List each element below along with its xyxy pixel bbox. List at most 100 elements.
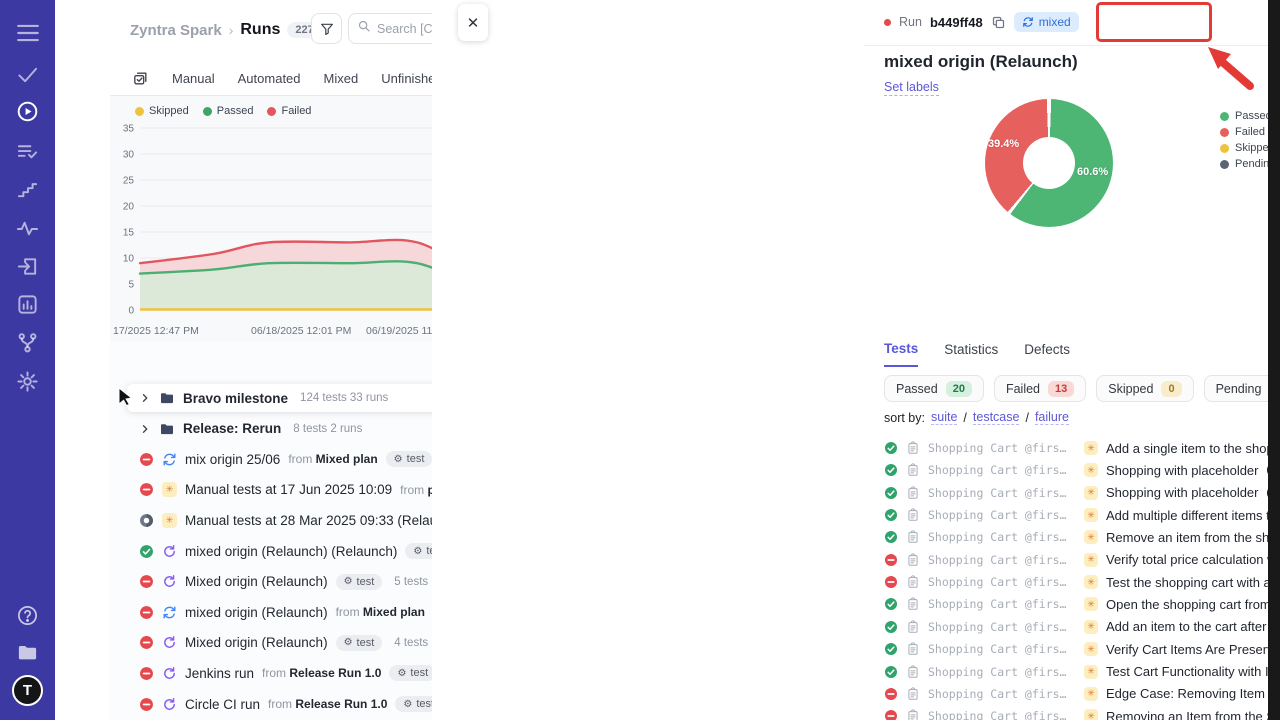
- test-filters: Passed20Failed13Skipped0Pending0ManualAu…: [884, 375, 1280, 402]
- breadcrumb-app[interactable]: Zyntra Spark: [130, 22, 222, 39]
- filter-chip-skipped[interactable]: Skipped0: [1096, 375, 1193, 402]
- tab-statistics[interactable]: Statistics: [944, 342, 998, 366]
- run-name[interactable]: Mixed origin (Relaunch): [185, 574, 328, 589]
- x-tick-label: 17/2025 12:47 PM: [113, 325, 199, 337]
- run-name[interactable]: Manual tests at 17 Jun 2025 10:09: [185, 482, 392, 497]
- sidebar-item-check[interactable]: [0, 63, 55, 86]
- sort-link-suite[interactable]: suite: [931, 410, 957, 425]
- run-row[interactable]: mixed origin (Relaunch) (Relaunch)⚙test: [139, 538, 452, 564]
- sidebar-item-play-circle[interactable]: [0, 100, 55, 123]
- sidebar-item-list-check[interactable]: [0, 140, 55, 163]
- minus-circle-icon: [139, 482, 154, 497]
- test-row[interactable]: Shopping Cart @firs…✳Removing an Item fr…: [884, 705, 1280, 720]
- test-row[interactable]: Shopping Cart @firs…✳Shopping with place…: [884, 459, 1280, 481]
- test-row[interactable]: Shopping Cart @firs…✳Verify total price …: [884, 549, 1280, 571]
- runs-tab-manual[interactable]: Manual: [172, 71, 215, 86]
- test-status-icon: [884, 687, 898, 701]
- run-group-name[interactable]: Bravo milestone: [183, 391, 288, 406]
- sidebar-item-gear[interactable]: [0, 370, 55, 393]
- runs-tab-mixed[interactable]: Mixed: [324, 71, 359, 86]
- clipboard-icon: [906, 486, 920, 500]
- svg-text:30: 30: [123, 150, 135, 161]
- tests-list: Shopping Cart @firs…✳Add a single item t…: [884, 434, 1280, 720]
- chevron-right-icon[interactable]: [139, 423, 151, 435]
- minus-circle-icon: [884, 709, 898, 720]
- test-row[interactable]: Shopping Cart @firs…✳Add an item to the …: [884, 616, 1280, 638]
- test-row[interactable]: Shopping Cart @firs…✳Open the shopping c…: [884, 593, 1280, 615]
- test-title[interactable]: Remove an item from the shopping cart: [1106, 530, 1280, 545]
- test-title[interactable]: Test Cart Functionality with Items Havin…: [1106, 664, 1280, 679]
- refresh-icon: [1022, 16, 1034, 28]
- refresh-icon: [1022, 16, 1034, 28]
- test-row[interactable]: Shopping Cart @firs…✳Add multiple differ…: [884, 504, 1280, 526]
- test-title[interactable]: Edge Case: Removing Item with Same Quant…: [1106, 686, 1280, 701]
- sidebar-item-menu[interactable]: [0, 20, 55, 46]
- funnel-icon: [319, 21, 335, 37]
- test-title[interactable]: Shopping with placeholder: [1106, 463, 1259, 478]
- sidebar-item-pulse[interactable]: [0, 217, 55, 240]
- test-title[interactable]: Shopping with placeholder: [1106, 485, 1259, 500]
- panel-close-button[interactable]: ✕: [458, 4, 488, 41]
- test-row[interactable]: Shopping Cart @firs…✳Add a single item t…: [884, 437, 1280, 459]
- testcase-icon: [906, 709, 920, 720]
- test-row[interactable]: Shopping Cart @firs…✳Test the shopping c…: [884, 571, 1280, 593]
- runs-tab-automated[interactable]: Automated: [238, 71, 301, 86]
- sort-link-testcase[interactable]: testcase: [973, 410, 1020, 425]
- test-title[interactable]: Add multiple different items to the shop…: [1106, 508, 1280, 523]
- user-avatar[interactable]: T: [0, 675, 55, 706]
- test-status-icon: [884, 463, 898, 477]
- test-row[interactable]: Shopping Cart @firs…✳Edge Case: Removing…: [884, 683, 1280, 705]
- test-title[interactable]: Open the shopping cart from a product li…: [1106, 597, 1280, 612]
- sidebar-item-branch[interactable]: [0, 331, 55, 354]
- test-title[interactable]: Removing an Item from the Shopping Cart: [1106, 709, 1280, 720]
- test-title[interactable]: Verify total price calculation with deci…: [1106, 552, 1280, 567]
- run-name[interactable]: Jenkins run: [185, 666, 254, 681]
- run-name[interactable]: mix origin 25/06: [185, 452, 280, 467]
- run-status-icon: [139, 513, 154, 528]
- run-row[interactable]: Mixed origin (Relaunch)⚙test4 tests: [139, 630, 428, 656]
- sidebar-item-folder-tray[interactable]: [0, 641, 55, 664]
- flaky-icon: ✳: [1084, 441, 1098, 455]
- test-status-icon: [884, 508, 898, 522]
- run-row[interactable]: Release: Rerun8 tests 2 runs: [139, 416, 362, 442]
- run-name[interactable]: Manual tests at 28 Mar 2025 09:33 (Relau…: [185, 513, 463, 528]
- filter-chip-passed[interactable]: Passed20: [884, 375, 984, 402]
- run-name[interactable]: Mixed origin (Relaunch): [185, 635, 328, 650]
- sidebar-item-steps[interactable]: [0, 178, 55, 201]
- sidebar-item-sign-in[interactable]: [0, 255, 55, 278]
- run-row[interactable]: Bravo milestone124 tests 33 runs: [139, 385, 388, 411]
- set-labels-link[interactable]: Set labels: [884, 80, 939, 96]
- runs-tabbar: ManualAutomatedMixedUnfinishedGroups: [110, 62, 487, 96]
- filter-chip-failed[interactable]: Failed13: [994, 375, 1086, 402]
- sort-link-failure[interactable]: failure: [1035, 410, 1069, 425]
- run-name[interactable]: mixed origin (Relaunch) (Relaunch): [185, 544, 397, 559]
- detail-tabs: Tests Statistics Defects: [884, 341, 1070, 367]
- test-title[interactable]: Add an item to the cart after removing a…: [1106, 619, 1280, 634]
- annotation-arrow: [1198, 44, 1258, 90]
- run-name[interactable]: mixed origin (Relaunch): [185, 605, 328, 620]
- test-row[interactable]: Shopping Cart @firs…✳Verify Cart Items A…: [884, 638, 1280, 660]
- test-row[interactable]: Shopping Cart @firs…✳Remove an item from…: [884, 526, 1280, 548]
- test-row[interactable]: Shopping Cart @firs…✳Test Cart Functiona…: [884, 661, 1280, 683]
- relaunch-icon: [162, 544, 177, 559]
- check-circle-icon: [884, 530, 898, 544]
- run-row[interactable]: Mixed origin (Relaunch)⚙test5 tests: [139, 569, 428, 595]
- tab-tests[interactable]: Tests: [884, 341, 918, 367]
- chevron-right-icon[interactable]: [139, 392, 151, 404]
- run-type-icon: [162, 635, 177, 650]
- app-window: T Zyntra Spark › Runs 227 ✕ ManualAutoma…: [0, 0, 1280, 720]
- test-title[interactable]: Verify Cart Items Are Preserved After Br…: [1106, 642, 1280, 657]
- sidebar-item-chart-box[interactable]: [0, 293, 55, 316]
- run-name[interactable]: Circle CI run: [185, 697, 260, 712]
- filter-button[interactable]: [311, 13, 342, 44]
- tab-defects[interactable]: Defects: [1024, 342, 1070, 366]
- run-group-name[interactable]: Release: Rerun: [183, 421, 281, 436]
- menu-icon: [15, 20, 41, 46]
- sidebar-item-help[interactable]: [0, 604, 55, 627]
- test-row[interactable]: Shopping Cart @firs…✳Shopping with place…: [884, 482, 1280, 504]
- select-runs-icon[interactable]: [132, 70, 149, 87]
- refresh-icon: [162, 605, 177, 620]
- copy-icon[interactable]: [991, 15, 1006, 30]
- test-title[interactable]: Test the shopping cart with an item havi…: [1106, 575, 1280, 590]
- test-title[interactable]: Add a single item to the shopping cart: [1106, 441, 1280, 456]
